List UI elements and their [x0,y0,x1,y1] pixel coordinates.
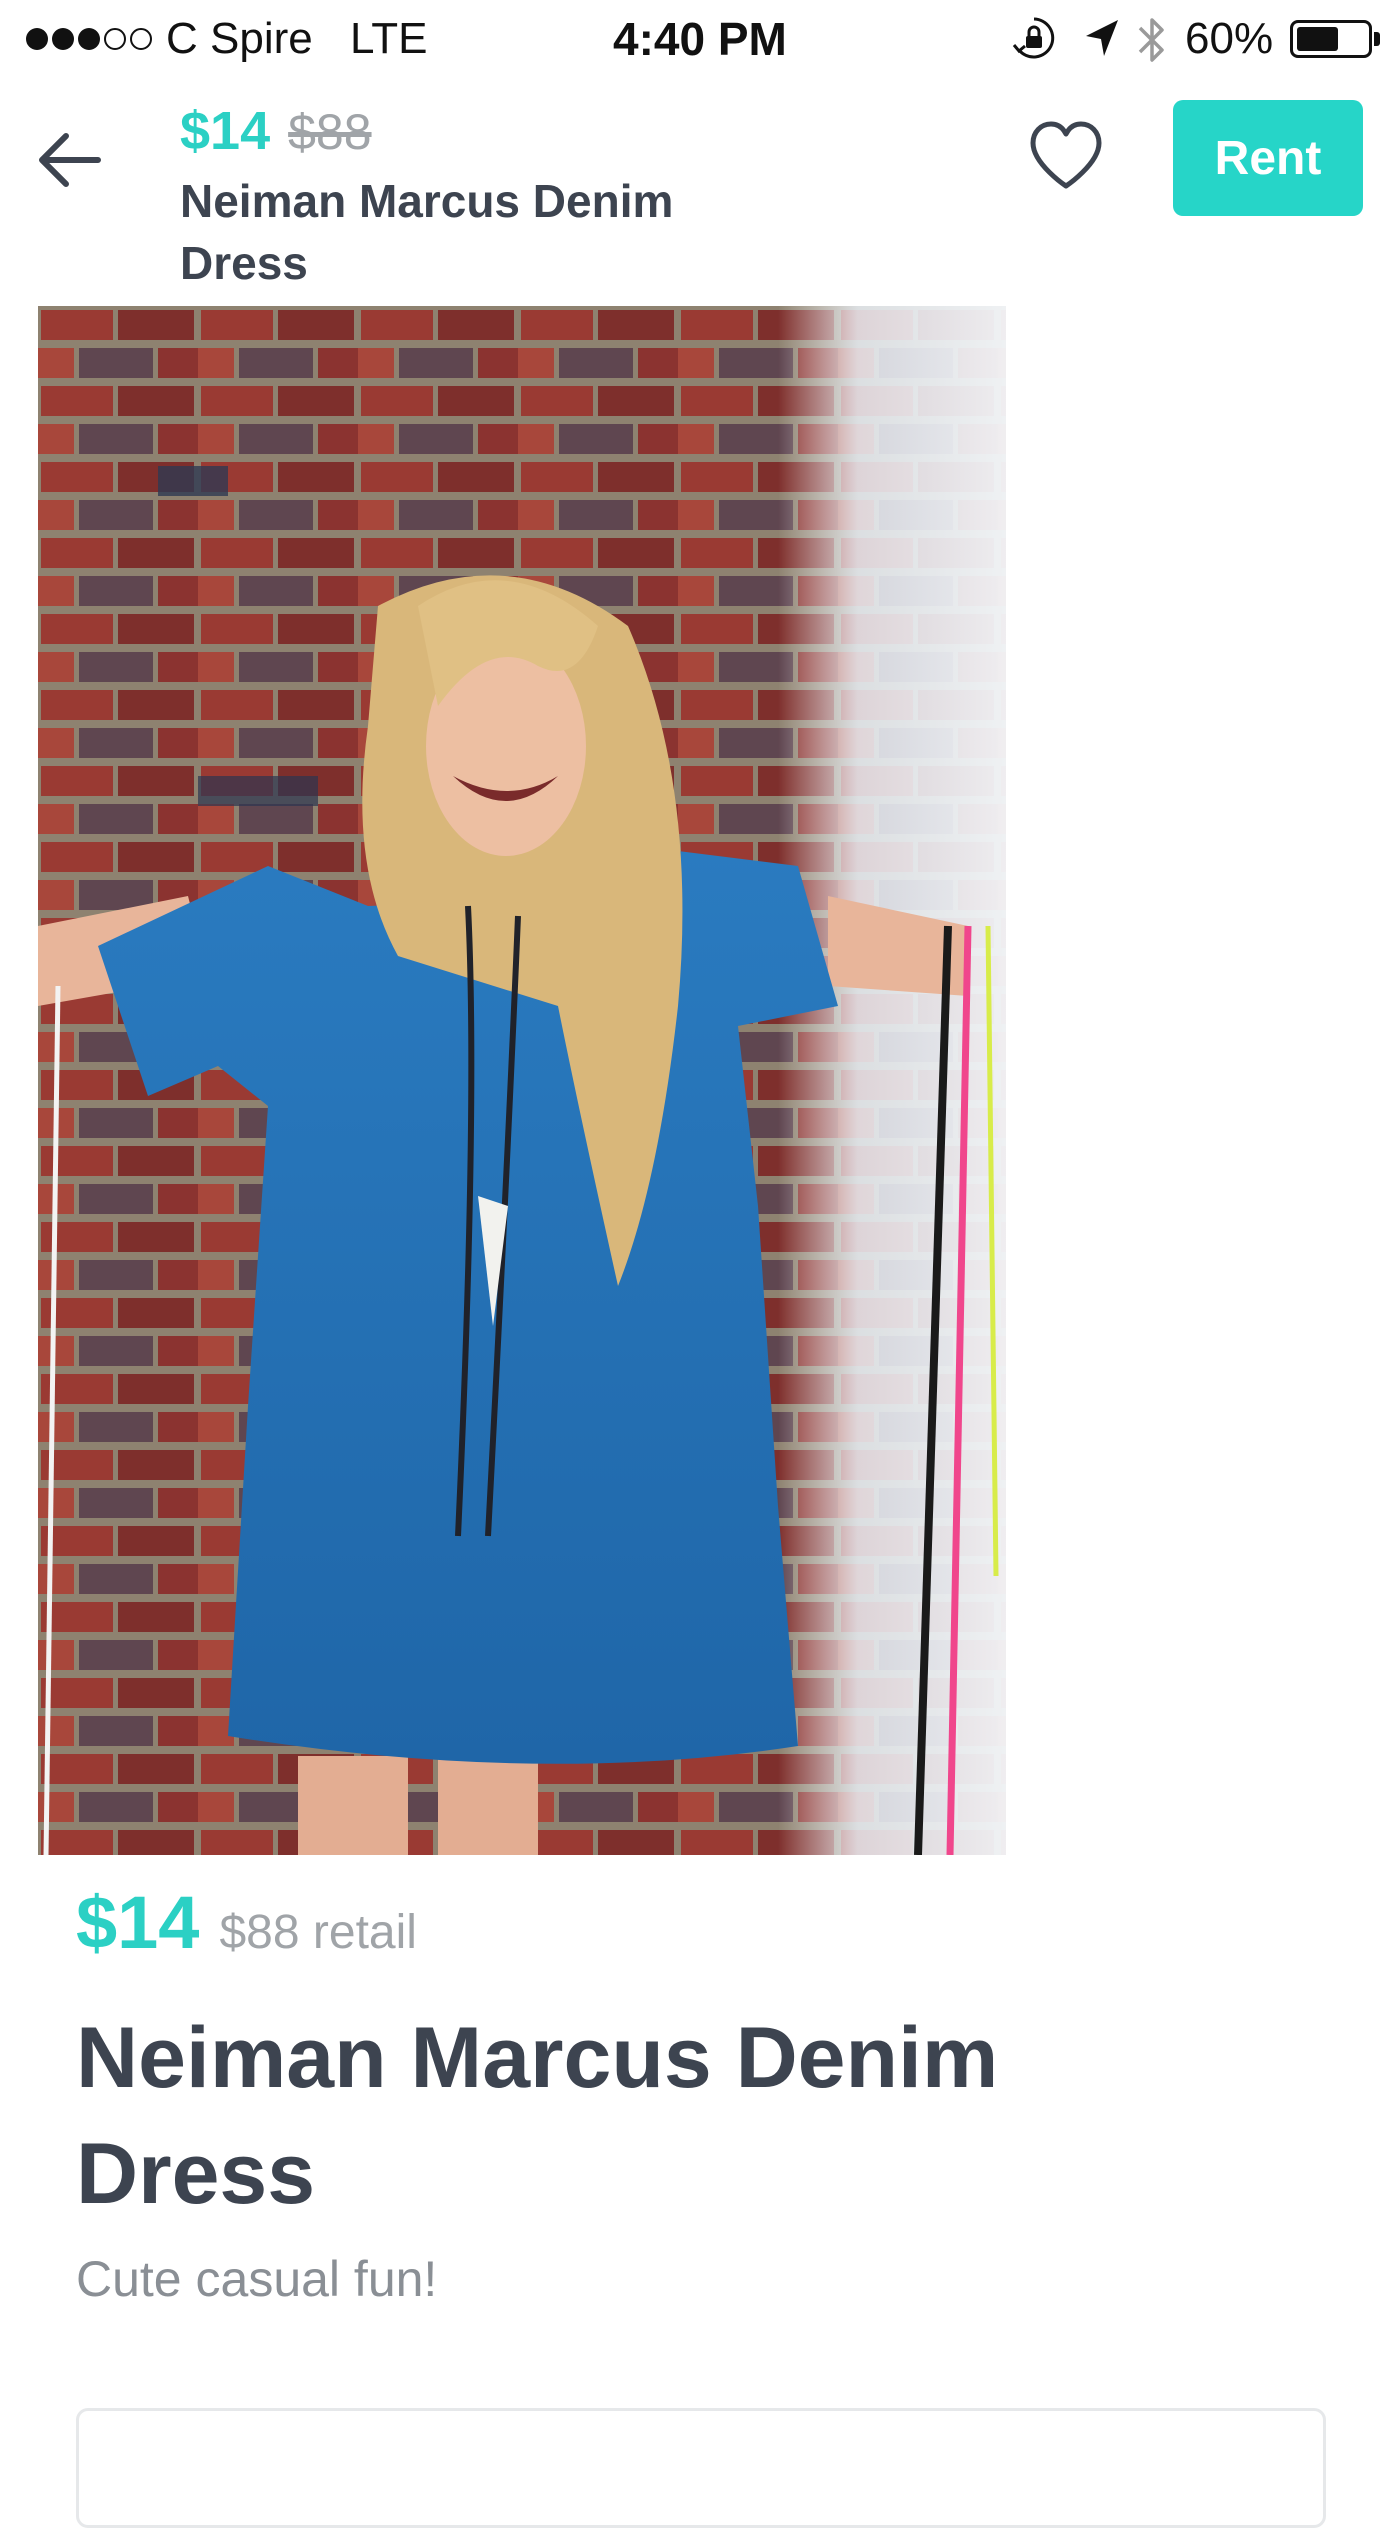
location-arrow-icon [1086,20,1118,56]
header-price: $14 $88 [180,100,372,162]
signal-strength-icon [26,28,152,50]
details-card [76,2408,1326,2528]
network-type: LTE [350,14,428,63]
product-title: Neiman Marcus Denim Dress [76,2010,999,2222]
product-price: $14 $88 retail [76,1880,417,1965]
retail-price: $88 retail [219,1906,417,1959]
header-original-price: $88 [288,104,372,160]
favorite-button[interactable] [1025,116,1107,198]
bluetooth-icon [1138,18,1164,62]
battery-tip [1374,32,1380,46]
carrier-name: C Spire [166,14,313,63]
header-product-title: Neiman Marcus Denim Dress [180,175,674,289]
orientation-lock-icon [1012,17,1055,59]
status-bar: C Spire LTE 4:40 PM 60% [0,0,1400,80]
header-rental-price: $14 [180,101,271,161]
battery-percentage: 60% [1185,14,1274,63]
arrow-left-icon [39,133,101,187]
rental-price: $14 [76,1881,200,1964]
rent-button[interactable]: Rent [1173,100,1363,216]
product-photo[interactable] [38,306,1006,1855]
product-description: Cute casual fun! [76,2251,438,2307]
back-button[interactable] [30,118,114,202]
status-time: 4:40 PM [613,13,787,65]
heart-outline-icon [1030,121,1102,189]
battery-icon [1290,20,1372,58]
